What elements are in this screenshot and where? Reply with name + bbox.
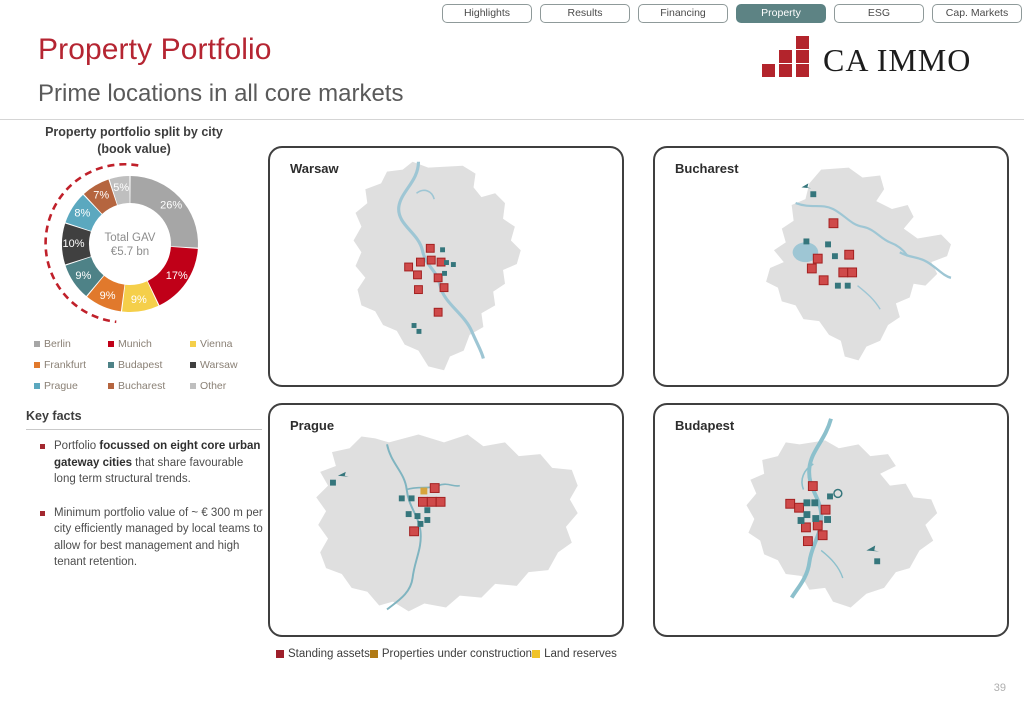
legend-label-prague: Prague [44, 380, 78, 392]
legend-swatch-prague [34, 383, 40, 389]
total-gav-label: Total GAV [104, 231, 156, 244]
map-card-title-prague: Prague [290, 418, 335, 433]
prague-map-svg [316, 434, 578, 612]
donut-value-vienna: 9% [131, 294, 147, 306]
section-tabs: Highlights Results Financing Property ES… [442, 4, 1022, 23]
legend-swatch-other [190, 383, 196, 389]
legend-item-budapest: Budapest [108, 359, 190, 371]
slide-page: Highlights Results Financing Property ES… [0, 0, 1024, 709]
legend-label-vienna: Vienna [200, 338, 233, 350]
legend-label-standing-assets: Standing assets [288, 648, 370, 660]
tab-results[interactable]: Results [540, 4, 630, 23]
tab-financing[interactable]: Financing [638, 4, 728, 23]
map-card-title-bucharest: Bucharest [675, 161, 739, 176]
map-card-prague[interactable]: Prague [268, 403, 624, 637]
legend-swatch-berlin [34, 341, 40, 347]
donut-value-other: 5% [113, 182, 129, 194]
legend-swatch-warsaw [190, 362, 196, 368]
chart-title-line1: Property portfolio split by city [45, 125, 223, 139]
map-card-title-budapest: Budapest [675, 418, 735, 433]
legend-label-land-reserves: Land reserves [544, 648, 617, 660]
donut-value-prague: 8% [74, 208, 90, 220]
donut-center-label: Total GAV €5.7 bn [105, 231, 156, 259]
donut-value-berlin: 26% [160, 199, 182, 211]
legend-swatch-standing-assets [276, 650, 284, 658]
map-card-bucharest[interactable]: Bucharest [653, 146, 1009, 387]
legend-label-munich: Munich [118, 338, 152, 350]
legend-swatch-land-reserves [532, 650, 541, 658]
key-facts-item: Minimum portfolio value of ~ € 300 m per… [40, 505, 266, 571]
bullet-icon [40, 444, 45, 449]
legend-label-berlin: Berlin [44, 338, 71, 350]
legend-item-land-reserves: Land reserves [532, 648, 617, 660]
legend-item-under-construction: Properties under construction [369, 648, 533, 660]
tab-esg[interactable]: ESG [834, 4, 924, 23]
total-gav-value: €5.7 bn [110, 245, 150, 258]
donut-chart: 26% 17% 9% 9% 9% 10% 8% 7% 5% Total GAV €5.7 bn [18, 162, 242, 327]
key-facts-item: Portfolio focussed on eight core urban g… [40, 438, 266, 488]
company-logo: CA IMMO [762, 36, 971, 77]
page-title: Property Portfolio [38, 33, 272, 66]
legend-item-frankfurt: Frankfurt [34, 359, 108, 371]
donut-value-frankfurt: 9% [100, 290, 116, 302]
legend-label-warsaw: Warsaw [200, 359, 238, 371]
city-legend: Berlin Munich Vienna Frankfurt Budapest … [34, 338, 260, 392]
legend-label-under-construction: Properties under construction [381, 648, 533, 660]
map-card-title-warsaw: Warsaw [290, 161, 339, 176]
donut-value-warsaw: 10% [62, 238, 84, 250]
page-subtitle: Prime locations in all core markets [38, 80, 404, 107]
header-divider [0, 119, 1024, 120]
ca-immo-mark-icon [762, 36, 812, 77]
chart-title: Property portfolio split by city (book v… [28, 124, 240, 158]
legend-swatch-frankfurt [34, 362, 40, 368]
legend-swatch-munich [108, 341, 114, 347]
tab-highlights[interactable]: Highlights [442, 4, 532, 23]
page-number: 39 [993, 682, 1006, 694]
legend-item-warsaw: Warsaw [190, 359, 260, 371]
key-facts-text: Portfolio focussed on eight core urban g… [54, 440, 261, 485]
legend-label-other: Other [200, 380, 227, 392]
legend-label-bucharest: Bucharest [118, 380, 166, 392]
tab-cap-markets[interactable]: Cap. Markets [932, 4, 1022, 23]
map-card-budapest[interactable]: Budapest [653, 403, 1009, 637]
legend-item-other: Other [190, 380, 260, 392]
bullet-icon [40, 510, 45, 516]
legend-item-munich: Munich [108, 338, 190, 350]
donut-value-munich: 17% [166, 270, 188, 282]
key-facts-heading: Key facts [26, 409, 82, 423]
tab-property[interactable]: Property [736, 4, 826, 23]
legend-item-prague: Prague [34, 380, 108, 392]
key-facts-rule [26, 429, 262, 430]
legend-swatch-budapest [108, 362, 114, 368]
logo-wordmark: CA IMMO [823, 42, 972, 78]
legend-item-standing-assets: Standing assets [276, 648, 370, 660]
donut-value-budapest: 9% [75, 270, 91, 282]
chart-title-line2: (book value) [97, 142, 171, 156]
legend-item-berlin: Berlin [34, 338, 108, 350]
map-card-warsaw[interactable]: Warsaw [268, 146, 624, 387]
budapest-map-svg [746, 418, 938, 608]
legend-label-budapest: Budapest [118, 359, 163, 371]
key-facts-list: Portfolio focussed on eight core urban g… [40, 438, 266, 588]
donut-value-bucharest: 7% [93, 189, 109, 201]
legend-label-frankfurt: Frankfurt [44, 359, 87, 371]
legend-swatch-vienna [190, 341, 196, 347]
legend-item-vienna: Vienna [190, 338, 260, 350]
legend-swatch-bucharest [108, 383, 114, 389]
asset-type-legend: Standing assets Properties under constru… [276, 648, 617, 660]
key-facts-text: Minimum portfolio value of ~ € 300 m per… [54, 506, 263, 569]
legend-swatch-under-construction [369, 650, 378, 658]
warsaw-map-svg [353, 161, 521, 371]
legend-item-bucharest: Bucharest [108, 380, 190, 392]
bucharest-map-svg [766, 167, 952, 361]
